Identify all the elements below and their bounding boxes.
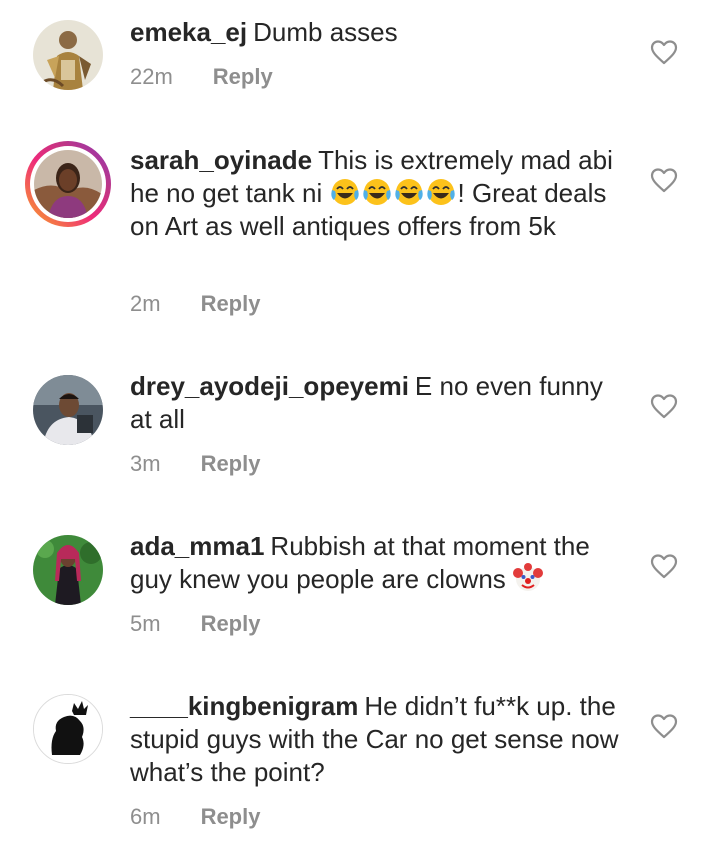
- reply-button[interactable]: Reply: [201, 611, 261, 636]
- comment-meta: 6m Reply: [130, 804, 260, 830]
- avatar[interactable]: [33, 20, 103, 90]
- comment-meta: 5m Reply: [130, 611, 260, 637]
- avatar: [34, 150, 102, 218]
- reply-button[interactable]: Reply: [213, 64, 273, 89]
- comment-text: ada_mma1 Rubbish at that moment the guy k…: [130, 530, 630, 596]
- heart-outline-icon[interactable]: [650, 713, 678, 739]
- avatar[interactable]: [33, 535, 103, 605]
- clown-face-icon: [513, 563, 544, 591]
- avatar[interactable]: [33, 694, 103, 764]
- comment-username[interactable]: drey_ayodeji_opeyemi: [130, 371, 409, 401]
- comment-text: sarah_oyinade This is extremely mad abi h…: [130, 144, 630, 243]
- comment-time: 3m: [130, 451, 161, 476]
- heart-outline-icon[interactable]: [650, 167, 678, 193]
- comment-text: ____kingbenigram He didn’t fu**k up. the …: [130, 690, 630, 789]
- comment-meta: 22m Reply: [130, 64, 273, 90]
- comment-body: Dumb asses: [253, 17, 398, 47]
- comment-time: 6m: [130, 804, 161, 829]
- face-with-tears-of-joy-icon: [394, 179, 423, 205]
- comment-username[interactable]: sarah_oyinade: [130, 145, 312, 175]
- face-with-tears-of-joy-icon: [330, 179, 359, 205]
- comment-text: drey_ayodeji_opeyemi E no even funny at a…: [130, 370, 630, 436]
- avatar[interactable]: [33, 375, 103, 445]
- comment-time: 22m: [130, 64, 173, 89]
- avatar-story-ring[interactable]: [25, 141, 111, 227]
- reply-button[interactable]: Reply: [201, 804, 261, 829]
- face-with-tears-of-joy-icon: [362, 179, 391, 205]
- heart-outline-icon[interactable]: [650, 553, 678, 579]
- comment-meta: 2m Reply: [130, 291, 260, 317]
- comment-username[interactable]: emeka_ej: [130, 17, 247, 47]
- comment-time: 5m: [130, 611, 161, 636]
- comment-username[interactable]: ____kingbenigram: [130, 691, 358, 721]
- reply-button[interactable]: Reply: [201, 451, 261, 476]
- comment-username[interactable]: ada_mma1: [130, 531, 264, 561]
- face-with-tears-of-joy-icon: [426, 179, 455, 205]
- comment-text: emeka_ej Dumb asses: [130, 16, 630, 49]
- heart-outline-icon[interactable]: [650, 393, 678, 419]
- comment-meta: 3m Reply: [130, 451, 260, 477]
- reply-button[interactable]: Reply: [201, 291, 261, 316]
- heart-outline-icon[interactable]: [650, 39, 678, 65]
- comment-time: 2m: [130, 291, 161, 316]
